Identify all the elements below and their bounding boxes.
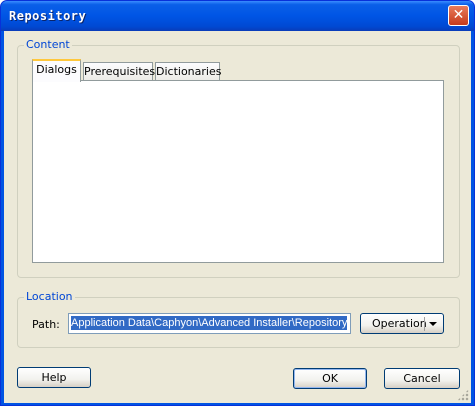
operation-button-label: Operation xyxy=(372,317,427,330)
cancel-button-label: Cancel xyxy=(403,372,441,385)
dialog-window: Repository ✕ Content Dialogs Prerequisit… xyxy=(0,0,475,406)
close-icon: ✕ xyxy=(452,7,465,23)
tab-prerequisites-label: Prerequisites xyxy=(84,65,156,78)
operation-button[interactable]: Operation xyxy=(360,313,444,334)
ok-button-label: OK xyxy=(322,372,338,385)
path-field[interactable]: Application Data\Caphyon\Advanced Instal… xyxy=(68,313,351,334)
title-bar[interactable]: Repository ✕ xyxy=(1,1,474,31)
chevron-down-icon xyxy=(429,322,437,326)
help-button[interactable]: Help xyxy=(17,367,91,388)
path-label: Path: xyxy=(32,318,60,331)
tab-dialogs[interactable]: Dialogs xyxy=(32,59,81,82)
close-button[interactable]: ✕ xyxy=(448,5,469,26)
tab-panel-dialogs[interactable] xyxy=(32,80,444,263)
content-group-label: Content xyxy=(24,38,72,51)
tab-prerequisites[interactable]: Prerequisites xyxy=(83,62,156,81)
dropdown-separator xyxy=(424,317,425,331)
ok-button[interactable]: OK xyxy=(293,368,367,389)
help-button-label: Help xyxy=(41,371,67,384)
dialog-body: Content Dialogs Prerequisites Dictionari… xyxy=(4,31,471,403)
location-group-label: Location xyxy=(24,290,75,303)
tab-dictionaries-label: Dictionaries xyxy=(156,65,222,78)
location-group: Location Path: Application Data\Caphyon\… xyxy=(17,290,460,348)
resize-grip[interactable] xyxy=(457,389,469,401)
path-value: Application Data\Caphyon\Advanced Instal… xyxy=(71,316,348,330)
tab-dialogs-label: Dialogs xyxy=(36,63,77,76)
tab-dictionaries[interactable]: Dictionaries xyxy=(155,62,222,81)
cancel-button[interactable]: Cancel xyxy=(384,368,460,389)
window-title: Repository xyxy=(9,9,87,23)
content-group: Content Dialogs Prerequisites Dictionari… xyxy=(17,38,460,278)
